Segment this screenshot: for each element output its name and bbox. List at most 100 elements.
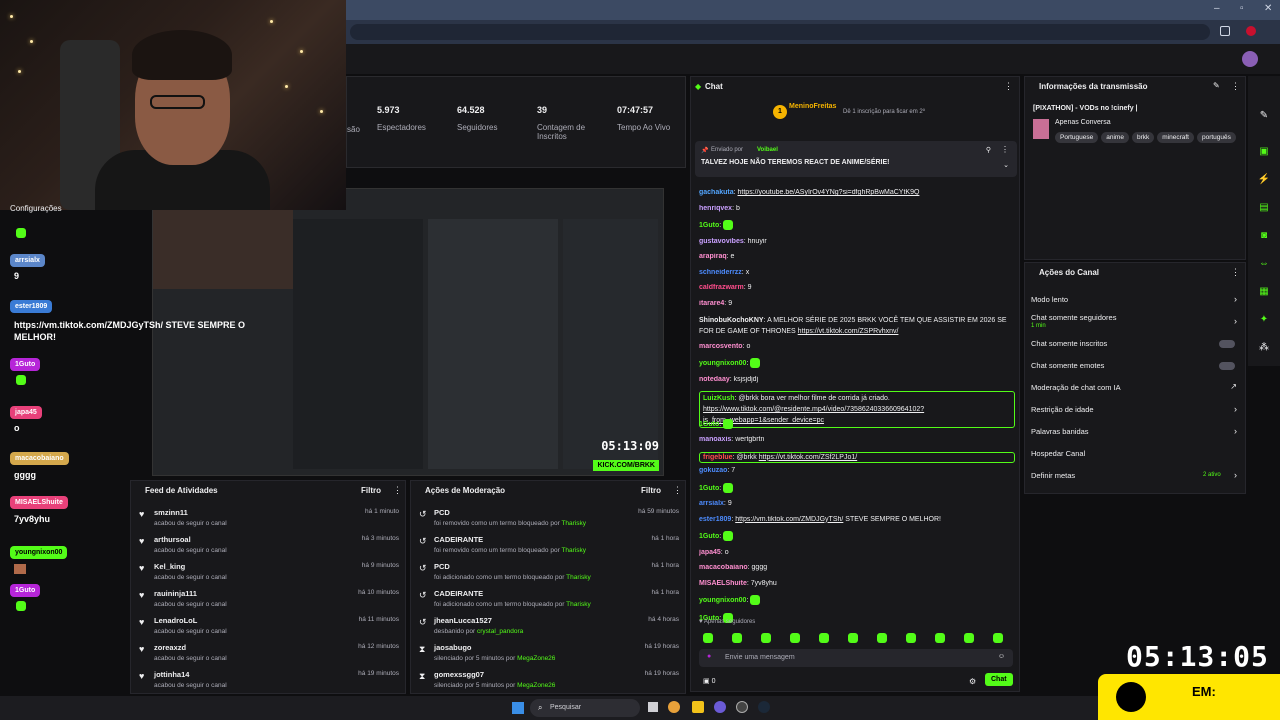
- category-name[interactable]: Apenas Conversa: [1055, 119, 1111, 126]
- stream-tag[interactable]: minecraft: [1157, 132, 1194, 143]
- chat-username[interactable]: caldfrazwarm: [699, 284, 744, 291]
- feed-user[interactable]: Kel_king: [154, 562, 185, 571]
- channel-action-row[interactable]: Chat somente emotes: [1025, 355, 1247, 377]
- more-icon[interactable]: ⋮: [1001, 145, 1009, 154]
- feed-user[interactable]: zoreaxzd: [154, 643, 186, 652]
- chat-message[interactable]: youngnixon00:: [699, 595, 1015, 605]
- chat-message[interactable]: caldfrazwarm: 9: [699, 284, 1015, 291]
- steam-icon[interactable]: [758, 701, 770, 713]
- link-icon[interactable]: ⇔: [1257, 258, 1271, 272]
- channel-action-row[interactable]: Palavras banidas ›: [1025, 421, 1247, 443]
- more-icon[interactable]: ⋮: [1231, 267, 1240, 278]
- emote-icon[interactable]: [935, 633, 945, 643]
- feed-item[interactable]: ♥ Kel_king acabou de seguir o canal há 9…: [131, 559, 407, 586]
- minimize-icon[interactable]: –: [1214, 3, 1220, 14]
- chat-link[interactable]: https://vm.tiktok.com/ZMDJGyTSh/: [735, 516, 843, 523]
- settings-icon[interactable]: ⚙: [969, 677, 976, 686]
- moderation-subject[interactable]: PCD: [434, 508, 450, 517]
- profile-icon[interactable]: [1246, 26, 1256, 36]
- taskview-icon[interactable]: [648, 702, 658, 712]
- edit-icon[interactable]: ✎: [1213, 81, 1220, 90]
- feed-item[interactable]: ♥ zoreaxzd acabou de seguir o canal há 1…: [131, 640, 407, 667]
- address-bar[interactable]: [350, 24, 1210, 40]
- chevron-down-icon[interactable]: ⌄: [1003, 161, 1009, 169]
- chat-message[interactable]: 1Guto:: [699, 418, 1015, 429]
- chat-message[interactable]: gokuzao: 7: [699, 467, 1015, 474]
- chat-username[interactable]: gokuzao: [699, 467, 727, 474]
- feed-user[interactable]: rauininja111: [154, 589, 197, 598]
- chat-input[interactable]: ● Envie uma mensagem ☺: [699, 649, 1013, 667]
- moderation-subject[interactable]: jaosabugo: [434, 643, 472, 652]
- mic-icon[interactable]: ●: [707, 653, 711, 660]
- obs-icon[interactable]: [736, 701, 748, 713]
- chat-username[interactable]: 1Guto: [699, 222, 719, 229]
- moderation-item[interactable]: ↺ CADEIRANTE foi removido como um termo …: [411, 532, 687, 559]
- chat-username[interactable]: youngnixon00: [699, 360, 746, 367]
- chat-username[interactable]: itarare4: [699, 300, 724, 307]
- chat-username[interactable]: notedaay: [699, 376, 730, 383]
- moderation-item[interactable]: ⧗ jaosabugo silenciado por 5 minutos por…: [411, 640, 687, 667]
- document-icon[interactable]: ▤: [1257, 202, 1271, 216]
- chat-message[interactable]: macacobaiano: gggg: [699, 564, 1015, 571]
- emote-icon[interactable]: [790, 633, 800, 643]
- chat-username[interactable]: 1Guto: [699, 484, 719, 491]
- chat-username[interactable]: MISAELShuite: [699, 580, 747, 587]
- chat-username[interactable]: schneiderrzz: [699, 269, 742, 276]
- feed-item[interactable]: ♥ arthursoal acabou de seguir o canal há…: [131, 532, 407, 559]
- moderation-subject[interactable]: CADEIRANTE: [434, 589, 483, 598]
- moderator-name[interactable]: crystal_pandora: [477, 628, 523, 635]
- chat-username[interactable]: 1Guto: [699, 533, 719, 540]
- chat-link[interactable]: https://youtube.be/ASyIrOv4YNg?si=dfghRp…: [738, 189, 920, 196]
- more-icon[interactable]: ⋮: [673, 485, 682, 496]
- toggle-switch[interactable]: [1219, 340, 1235, 348]
- maximize-icon[interactable]: ▫: [1240, 3, 1244, 14]
- chrome-icon[interactable]: [668, 701, 680, 713]
- chat-message[interactable]: ShinobuKochoKNY: A MELHOR SÉRIE DE 2025 …: [699, 315, 1015, 337]
- emote-icon[interactable]: [877, 633, 887, 643]
- chat-message[interactable]: japa45: o: [699, 549, 1015, 556]
- feed-item[interactable]: ♥ jottinha14 acabou de seguir o canal há…: [131, 667, 407, 694]
- stream-tag[interactable]: português: [1196, 132, 1236, 143]
- feed-item[interactable]: ♥ LenadroLoL acabou de seguir o canal há…: [131, 613, 407, 640]
- chat-username[interactable]: LuizKush: [703, 395, 735, 402]
- top-gifter-name[interactable]: MeninoFreitas: [789, 103, 836, 110]
- discord-icon[interactable]: [714, 701, 726, 713]
- feed-item[interactable]: ♥ rauininja111 acabou de seguir o canal …: [131, 586, 407, 613]
- channel-action-row[interactable]: Moderação de chat com IA ↗: [1025, 377, 1247, 399]
- stream-tag[interactable]: brkk: [1131, 132, 1155, 143]
- chat-message[interactable]: MISAELShuite: 7yv8yhu: [699, 580, 1015, 587]
- moderator-name[interactable]: Tharisky: [566, 601, 591, 608]
- chat-message[interactable]: itarare4: 9: [699, 300, 1015, 307]
- channel-action-row[interactable]: Modo lento ›: [1025, 289, 1247, 311]
- chat-username[interactable]: marcosvento: [699, 343, 743, 350]
- emote-icon[interactable]: [848, 633, 858, 643]
- grid-icon[interactable]: ▦: [1257, 286, 1271, 300]
- channel-action-row[interactable]: Hospedar Canal: [1025, 443, 1247, 465]
- moderator-name[interactable]: Tharisky: [561, 520, 586, 527]
- emote-icon[interactable]: [703, 633, 713, 643]
- emoji-icon[interactable]: ☺: [998, 653, 1005, 660]
- camera-icon[interactable]: ▣: [1257, 146, 1271, 160]
- moderator-name[interactable]: MegaZone26: [517, 682, 555, 689]
- folder-icon[interactable]: [692, 701, 704, 713]
- moderator-name[interactable]: MegaZone26: [517, 655, 555, 662]
- pen-icon[interactable]: ✎: [1257, 110, 1271, 124]
- chat-username[interactable]: japa45: [699, 549, 721, 556]
- chat-username[interactable]: manoaxis: [699, 436, 731, 443]
- moderation-subject[interactable]: CADEIRANTE: [434, 535, 483, 544]
- moderator-name[interactable]: Tharisky: [566, 574, 591, 581]
- chat-message[interactable]: 1Guto:: [699, 482, 1015, 493]
- extensions-icon[interactable]: [1220, 26, 1230, 36]
- chat-username[interactable]: ShinobuKochoKNY: [699, 317, 764, 324]
- moderation-item[interactable]: ↺ PCD foi adicionado como um termo bloqu…: [411, 559, 687, 586]
- chat-message[interactable]: gachakuta: https://youtube.be/ASyIrOv4YN…: [699, 189, 1015, 196]
- chat-bubble-icon[interactable]: ◙: [1257, 230, 1271, 244]
- channel-action-row[interactable]: Chat somente seguidores 1 min ›: [1025, 311, 1247, 333]
- more-icon[interactable]: ⋮: [393, 485, 402, 496]
- feed-user[interactable]: smzinn11: [154, 508, 188, 517]
- close-icon[interactable]: ✕: [1264, 3, 1272, 14]
- moderation-subject[interactable]: gomexssgg07: [434, 670, 484, 679]
- emote-icon[interactable]: [732, 633, 742, 643]
- bolt-icon[interactable]: ⚡: [1257, 174, 1271, 188]
- chat-username[interactable]: ester1809: [699, 516, 731, 523]
